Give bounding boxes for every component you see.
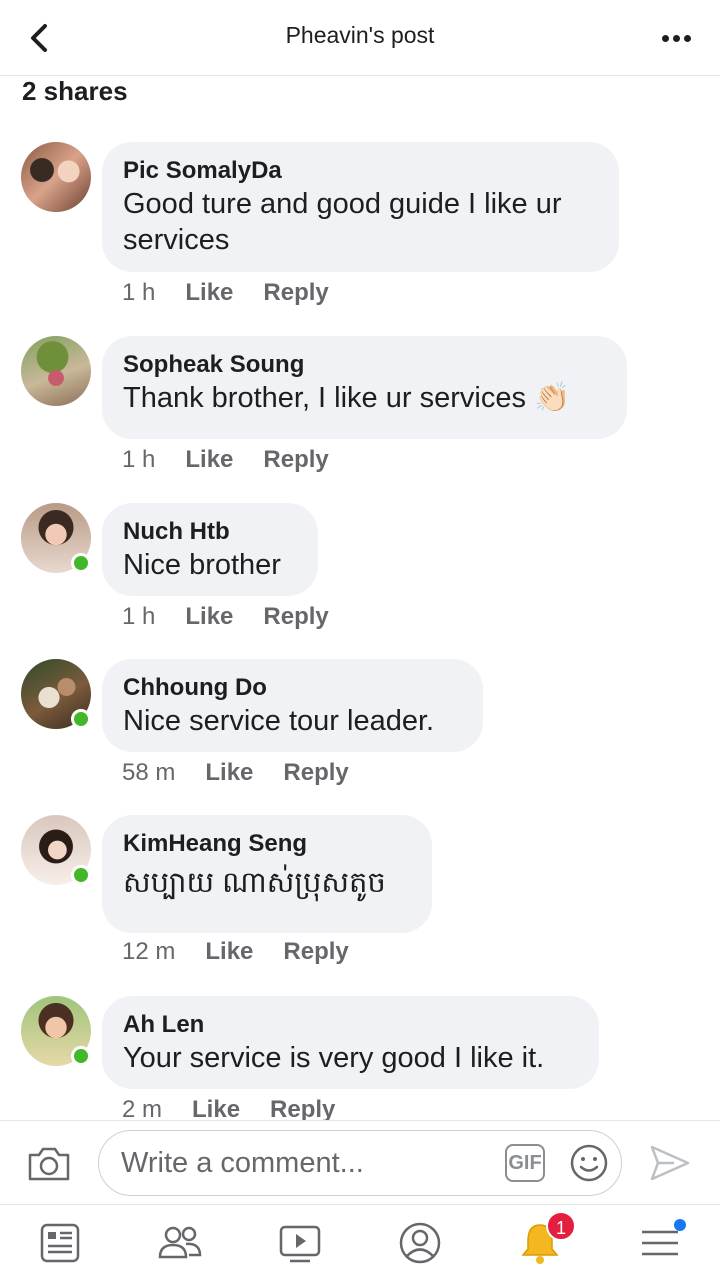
clapping-hands-emoji: 👏🏻 [534,382,571,414]
comment-meta: 58 m Like Reply [122,759,349,787]
news-feed-icon[interactable] [36,1219,84,1267]
more-options-icon[interactable] [662,26,694,50]
online-status-icon [71,709,91,729]
top-bar: Pheavin's post [0,0,720,76]
comment-author[interactable]: Chhoung Do [123,673,462,703]
friends-icon[interactable] [156,1219,204,1267]
comment-author[interactable]: Pic SomalyDa [123,156,598,186]
watch-icon[interactable] [276,1219,324,1267]
online-status-icon [71,1046,91,1066]
comment-meta: 12 m Like Reply [122,938,349,966]
shares-count[interactable]: 2 shares [22,76,128,107]
comment-text: Thank brother, I like ur services [123,382,526,414]
comment-author[interactable]: Ah Len [123,1010,578,1040]
like-button[interactable]: Like [205,938,253,966]
comment-bubble[interactable]: KimHeang Seng សប្បាយ ណាស់ប្រុសតូច [102,815,432,933]
comment-meta: 1 h Like Reply [122,279,329,307]
comment-input-placeholder: Write a comment... [121,1147,364,1179]
comment-author[interactable]: Sopheak Soung [123,350,606,380]
avatar[interactable] [21,503,91,573]
reply-button[interactable]: Reply [283,759,348,787]
comment-text: សប្បាយ ណាស់ប្រុសតូច [123,867,386,899]
comment-time: 58 m [122,759,176,786]
comment-time: 12 m [122,938,176,965]
avatar[interactable] [21,142,91,212]
camera-icon[interactable] [26,1143,72,1183]
reply-button[interactable]: Reply [263,279,328,307]
like-button[interactable]: Like [205,759,253,787]
notification-count-badge: 1 [546,1211,576,1241]
comment-meta: 1 h Like Reply [122,446,329,474]
reply-button[interactable]: Reply [263,446,328,474]
like-button[interactable]: Like [185,279,233,307]
avatar[interactable] [21,659,91,729]
comment-text: Nice service tour leader. [123,705,435,737]
comment-text-row: Thank brother, I like ur services 👏🏻 [123,380,606,416]
menu-indicator-dot [674,1219,686,1231]
avatar[interactable] [21,815,91,885]
avatar[interactable] [21,336,91,406]
profile-icon[interactable] [396,1219,444,1267]
comment-time: 1 h [122,279,156,306]
like-button[interactable]: Like [185,446,233,474]
reply-button[interactable]: Reply [263,603,328,631]
avatar[interactable] [21,996,91,1066]
page-title: Pheavin's post [285,22,435,48]
comment-meta: 1 h Like Reply [122,603,329,631]
comment-bubble[interactable]: Pic SomalyDa Good ture and good guide I … [102,142,619,272]
comment-text: Nice brother [123,549,281,581]
comment-text: Your service is very good I like it. [123,1042,545,1074]
comment-author[interactable]: KimHeang Seng [123,829,411,859]
comment-bubble[interactable]: Sopheak Soung Thank brother, I like ur s… [102,336,627,439]
send-icon[interactable] [648,1141,692,1185]
comment-bubble[interactable]: Ah Len Your service is very good I like … [102,996,599,1089]
online-status-icon [71,865,91,885]
emoji-icon[interactable] [569,1143,609,1183]
comment-author[interactable]: Nuch Htb [123,517,297,547]
comment-text: Good ture and good guide I like ur servi… [123,188,562,256]
online-status-icon [71,553,91,573]
bottom-navigation: 1 [0,1204,720,1280]
reply-button[interactable]: Reply [283,938,348,966]
comment-composer: Write a comment... GIF [0,1120,720,1204]
like-button[interactable]: Like [185,603,233,631]
comment-time: 1 h [122,603,156,630]
comment-bubble[interactable]: Chhoung Do Nice service tour leader. [102,659,483,752]
gif-button[interactable]: GIF [505,1144,545,1182]
comment-time: 1 h [122,446,156,473]
comment-bubble[interactable]: Nuch Htb Nice brother [102,503,318,596]
comment-input[interactable]: Write a comment... GIF [98,1130,622,1196]
